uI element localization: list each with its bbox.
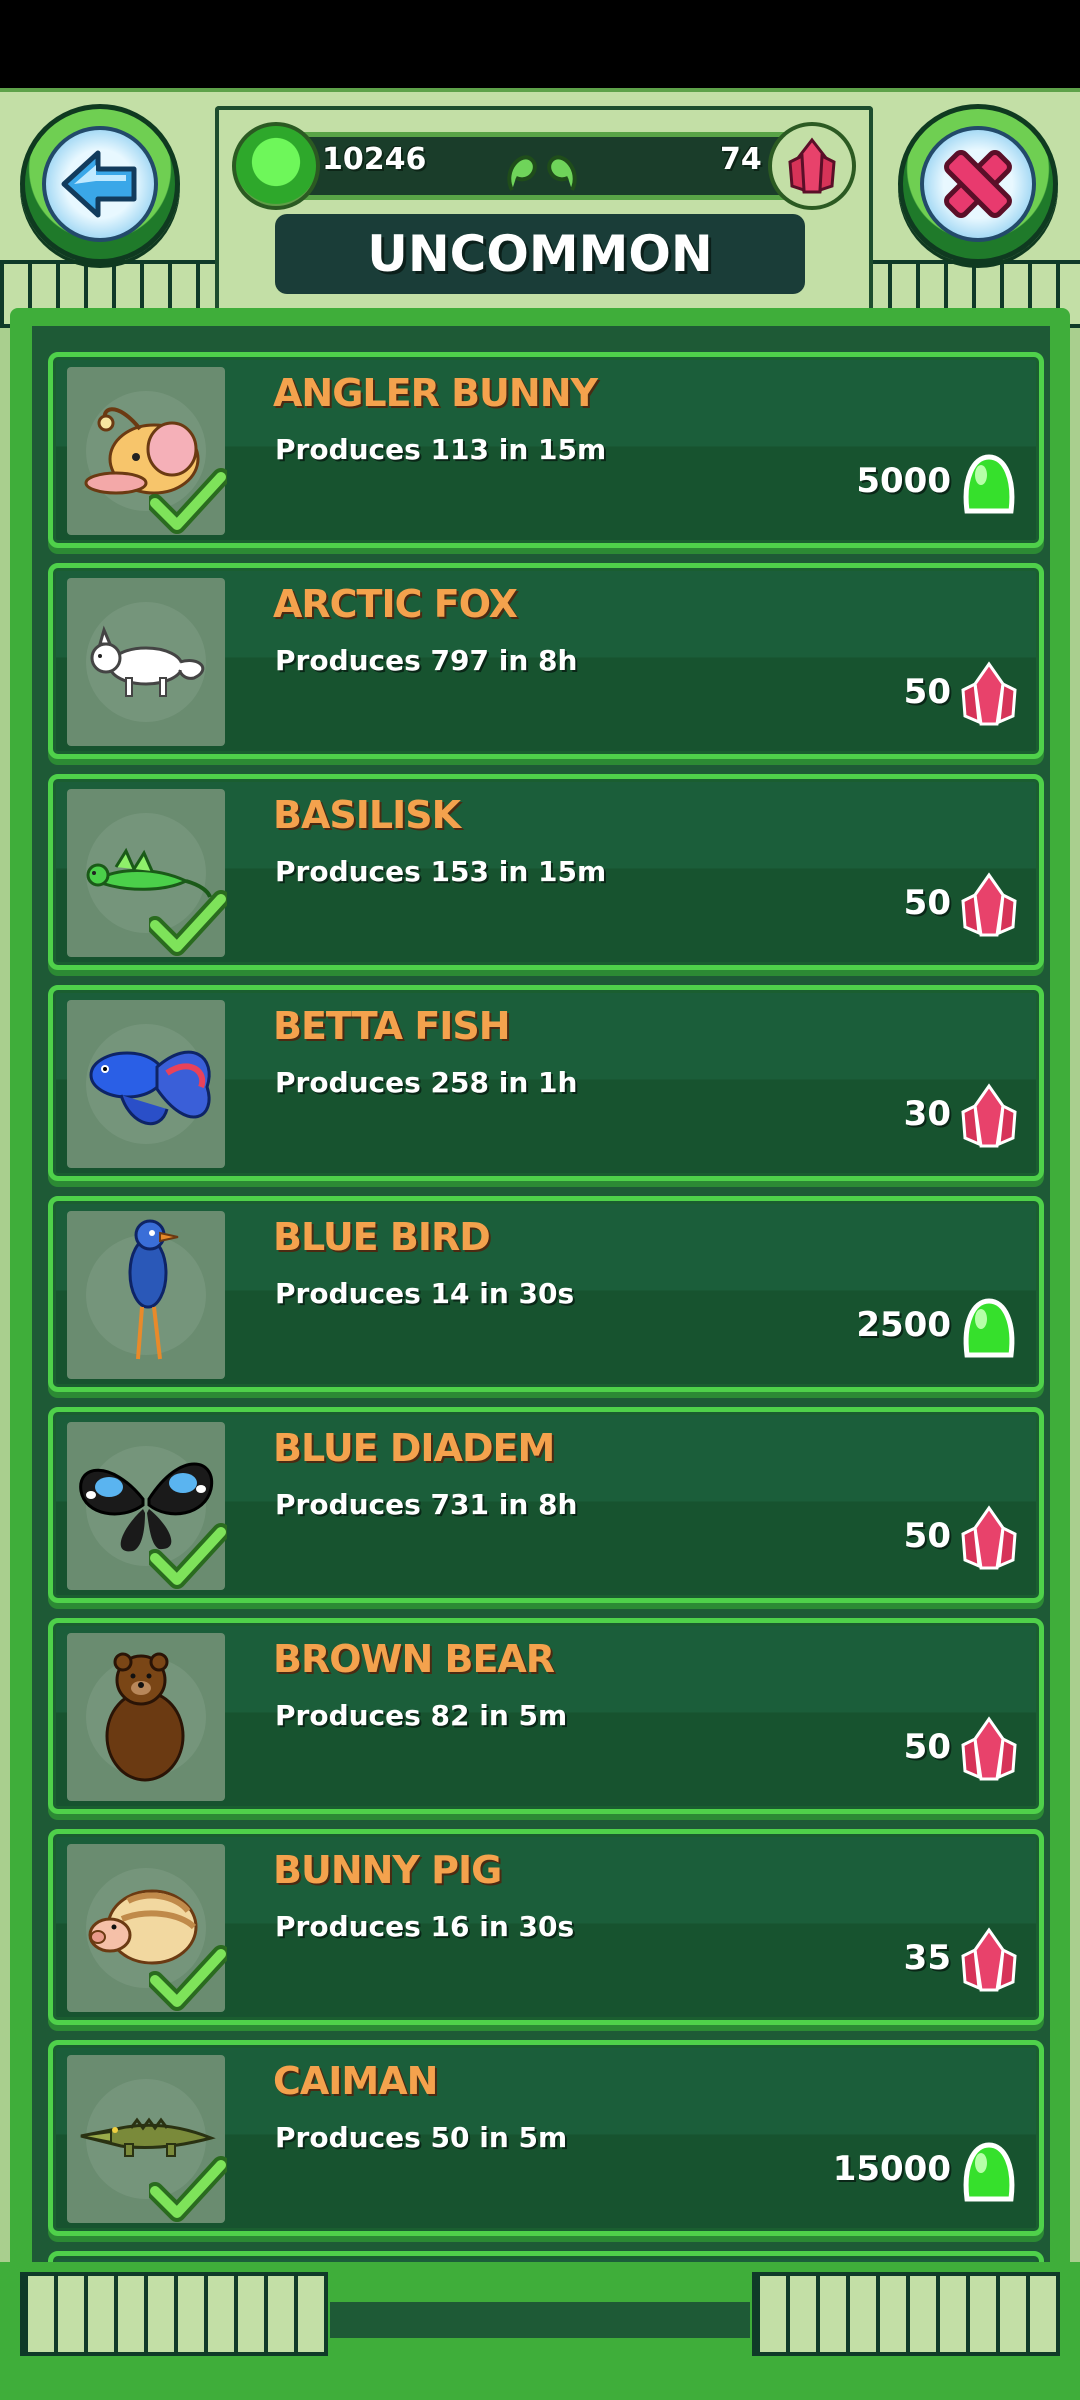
item-price[interactable]: 35 xyxy=(904,1938,951,1978)
red-crystal-icon xyxy=(957,871,1021,941)
item-name: BLUE BIRD xyxy=(273,1215,491,1259)
owned-check-icon xyxy=(146,467,230,537)
list-item[interactable]: BROWN BEAR Produces 82 in 5m 50 xyxy=(48,1618,1044,1814)
item-production: Produces 731 in 8h xyxy=(275,1488,578,1521)
item-production: Produces 153 in 15m xyxy=(275,855,607,888)
sprout-icon xyxy=(507,155,577,191)
page-title: UNCOMMON xyxy=(367,225,713,283)
item-thumbnail xyxy=(67,1844,230,2014)
list-item[interactable]: BLUE BIRD Produces 14 in 30s 2500 xyxy=(48,1196,1044,1392)
arctic-fox-icon xyxy=(76,600,216,724)
list-item[interactable]: BETTA FISH Produces 258 in 1h 30 xyxy=(48,985,1044,1181)
item-name: CAIMAN xyxy=(273,2059,438,2103)
list-item[interactable]: ARCTIC FOX Produces 797 in 8h 50 xyxy=(48,563,1044,759)
item-production: Produces 113 in 15m xyxy=(275,433,607,466)
item-price[interactable]: 2500 xyxy=(856,1305,951,1345)
item-thumbnail xyxy=(67,2055,230,2225)
item-price[interactable]: 50 xyxy=(904,883,951,923)
red-crystal-icon xyxy=(957,1926,1021,1996)
item-name: BASILISK xyxy=(273,793,461,837)
green-gem-icon xyxy=(957,1293,1021,1363)
item-production: Produces 797 in 8h xyxy=(275,644,578,677)
list-item[interactable]: ANGLER BUNNY Produces 113 in 15m 5000 xyxy=(48,352,1044,548)
item-list[interactable]: ANGLER BUNNY Produces 113 in 15m 5000 ARCTI… xyxy=(32,326,1050,2366)
item-production: Produces 258 in 1h xyxy=(275,1066,578,1099)
header: 10246 74 UNCOMMON xyxy=(0,88,1080,328)
green-gem-icon xyxy=(232,122,320,210)
item-thumbnail xyxy=(67,1422,230,1592)
owned-check-icon xyxy=(146,1944,230,2014)
item-list-frame: ANGLER BUNNY Produces 113 in 15m 5000 ARCTI… xyxy=(10,308,1070,2368)
item-production: Produces 16 in 30s xyxy=(275,1910,575,1943)
green-gem-icon xyxy=(957,449,1021,519)
red-crystal-icon xyxy=(957,660,1021,730)
list-item[interactable]: CAIMAN Produces 50 in 5m 15000 xyxy=(48,2040,1044,2236)
item-thumbnail xyxy=(67,578,225,746)
item-production: Produces 82 in 5m xyxy=(275,1699,568,1732)
footer-strip xyxy=(330,2302,750,2338)
item-thumbnail xyxy=(67,1211,225,1379)
item-name: BLUE DIADEM xyxy=(273,1426,555,1470)
back-button[interactable] xyxy=(20,104,180,264)
item-thumbnail xyxy=(67,367,230,537)
page-title-plate: UNCOMMON xyxy=(275,214,805,294)
item-price[interactable]: 15000 xyxy=(833,2149,951,2189)
item-price[interactable]: 50 xyxy=(904,672,951,712)
green-gem-icon xyxy=(957,2137,1021,2207)
footer-lattice-right xyxy=(752,2272,1060,2356)
list-item[interactable]: BASILISK Produces 153 in 15m 50 xyxy=(48,774,1044,970)
item-price[interactable]: 50 xyxy=(904,1727,951,1767)
betta-fish-icon xyxy=(71,1017,221,1151)
item-name: BUNNY PIG xyxy=(273,1848,502,1892)
item-price[interactable]: 5000 xyxy=(856,461,951,501)
item-thumbnail xyxy=(67,1000,225,1168)
owned-check-icon xyxy=(146,2155,230,2225)
item-thumbnail xyxy=(67,789,230,959)
item-production: Produces 14 in 30s xyxy=(275,1277,575,1310)
footer xyxy=(0,2262,1080,2400)
red-crystal-icon xyxy=(957,1715,1021,1785)
list-item[interactable]: BUNNY PIG Produces 16 in 30s 35 xyxy=(48,1829,1044,2025)
red-crystal-icon xyxy=(957,1082,1021,1152)
red-crystal-icon xyxy=(768,122,856,210)
item-production: Produces 50 in 5m xyxy=(275,2121,568,2154)
blue-bird-icon xyxy=(86,1213,206,1377)
list-item[interactable]: BLUE DIADEM Produces 731 in 8h 50 xyxy=(48,1407,1044,1603)
close-button[interactable] xyxy=(898,104,1058,264)
item-name: ARCTIC FOX xyxy=(273,582,518,626)
item-price[interactable]: 30 xyxy=(904,1094,951,1134)
item-name: ANGLER BUNNY xyxy=(273,371,598,415)
close-x-icon xyxy=(920,126,1036,242)
footer-lattice-left xyxy=(20,2272,328,2356)
red-crystal-icon xyxy=(957,1504,1021,1574)
green-currency-amount: 10246 xyxy=(322,142,427,177)
item-price[interactable]: 50 xyxy=(904,1516,951,1556)
item-name: BROWN BEAR xyxy=(273,1637,555,1681)
item-thumbnail xyxy=(67,1633,225,1801)
owned-check-icon xyxy=(146,889,230,959)
brown-bear-icon xyxy=(81,1640,211,1794)
back-arrow-icon xyxy=(42,126,158,242)
item-name: BETTA FISH xyxy=(273,1004,511,1048)
status-bar xyxy=(0,0,1080,88)
red-currency-amount: 74 xyxy=(720,142,762,177)
owned-check-icon xyxy=(146,1522,230,1592)
